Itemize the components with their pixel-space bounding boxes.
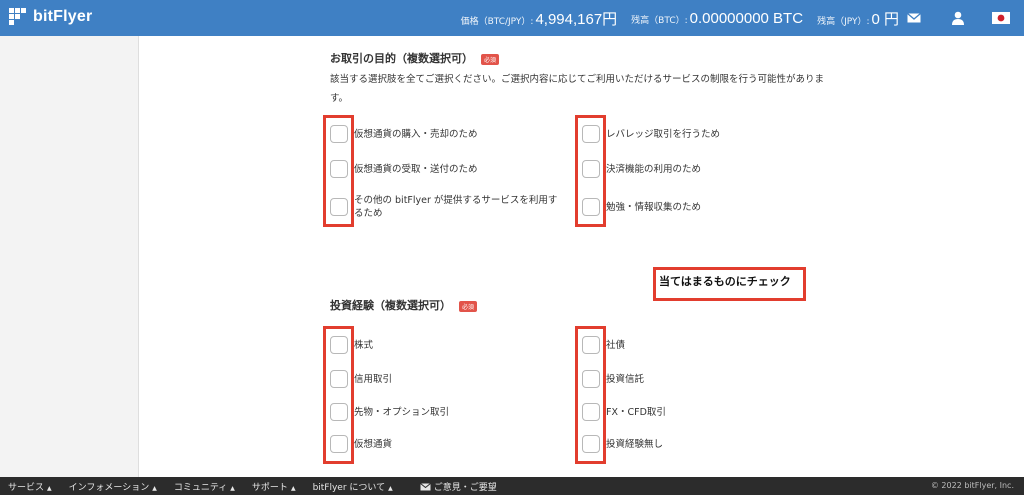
highlight-box — [323, 115, 354, 227]
required-badge: 必須 — [459, 300, 478, 312]
purpose-title-text: お取引の目的（複数選択可） — [330, 52, 473, 65]
footer-menu-support[interactable]: サポート ▲ — [252, 480, 296, 493]
option-label: 仮想通貨の受取・送付のため — [354, 163, 478, 175]
option-label: レバレッジ取引を行うため — [606, 128, 721, 140]
option-label: その他の bitFlyer が提供するサービスを利用するため — [354, 195, 558, 219]
btc-balance-value: 0.00000000 BTC — [689, 9, 804, 27]
jpy-balance: 残高（JPY）: 0 円 — [817, 8, 899, 29]
option-label: 仮想通貨の購入・売却のため — [354, 128, 478, 140]
footer-feedback-label: ご意見・ご要望 — [433, 482, 497, 493]
mail-icon — [419, 482, 431, 490]
caret-up-icon: ▲ — [290, 484, 296, 492]
annotation-note: 当てはまるものにチェック — [653, 267, 806, 301]
option-label: 決済機能の利用のため — [606, 163, 702, 175]
price-label: 価格（BTC/JPY）: — [460, 16, 534, 27]
footer-label: サポート — [251, 482, 288, 493]
user-icon[interactable] — [950, 10, 966, 26]
footer-menu-about[interactable]: bitFlyer について ▲ — [313, 480, 393, 493]
bitflyer-logo[interactable]: bitFlyer — [9, 8, 92, 26]
purpose-description: 該当する選択肢を全てご選択ください。ご選択内容に応じてご利用いただけるサービスの… — [330, 74, 825, 104]
copyright: © 2022 bitFlyer, Inc. — [930, 481, 1014, 490]
btc-balance: 残高（BTC）: 0.00000000 BTC — [631, 10, 803, 27]
btc-price: 価格（BTC/JPY）: 4,994,167円 — [461, 8, 618, 29]
experience-section-title: 投資経験（複数選択可） 必須 — [330, 297, 478, 313]
footer-label: サービス — [8, 482, 45, 493]
btc-balance-label: 残高（BTC）: — [631, 15, 688, 26]
option-label: FX・CFD取引 — [606, 406, 666, 418]
footer-label: コミュニティ — [173, 482, 228, 493]
option-label: 信用取引 — [354, 373, 393, 385]
brand-name: bitFlyer — [33, 8, 93, 25]
purpose-section-title: お取引の目的（複数選択可） 必須 — [330, 50, 500, 66]
japan-flag-icon[interactable] — [992, 11, 1010, 25]
footer-bar: サービス ▲ インフォメーション ▲ コミュニティ ▲ サポート ▲ bitFlyer … — [0, 477, 1024, 495]
caret-up-icon: ▲ — [47, 484, 52, 492]
footer-feedback-link[interactable]: ご意見・ご要望 — [419, 480, 497, 493]
option-label: 仮想通貨 — [354, 438, 393, 450]
caret-up-icon: ▲ — [230, 484, 235, 492]
option-label: 先物・オプション取引 — [354, 406, 450, 418]
required-badge: 必須 — [481, 53, 500, 65]
highlight-box — [323, 326, 354, 464]
price-value: 4,994,167円 — [535, 10, 618, 28]
bitflyer-logo-icon — [9, 8, 27, 26]
left-sidebar — [0, 36, 139, 477]
option-label: 投資経験無し — [606, 438, 664, 450]
purpose-option-other-services[interactable]: その他の bitFlyer が提供するサービスを利用するため — [330, 194, 560, 220]
option-label: 株式 — [354, 339, 374, 351]
market-stats: 価格（BTC/JPY）: 4,994,167円 残高（BTC）: 0.00000… — [461, 0, 899, 36]
footer-menu-services[interactable]: サービス ▲ — [8, 480, 52, 493]
footer-menu-information[interactable]: インフォメーション ▲ — [69, 480, 157, 493]
footer-label: インフォメーション — [68, 482, 150, 493]
highlight-box — [575, 326, 606, 464]
caret-up-icon: ▲ — [388, 484, 393, 492]
highlight-box — [575, 115, 606, 227]
option-label: 投資信託 — [606, 373, 645, 385]
option-label: 社債 — [606, 339, 626, 351]
footer-menu-community[interactable]: コミュニティ ▲ — [174, 480, 235, 493]
jpy-balance-label: 残高（JPY）: — [817, 16, 870, 27]
caret-up-icon: ▲ — [152, 484, 157, 492]
jpy-balance-value: 0 円 — [871, 10, 899, 28]
top-header: bitFlyer 価格（BTC/JPY）: 4,994,167円 残高（BTC）… — [0, 0, 1024, 36]
mail-icon[interactable] — [906, 10, 922, 26]
footer-label: bitFlyer について — [312, 482, 386, 493]
experience-title-text: 投資経験（複数選択可） — [330, 299, 451, 312]
option-label: 勉強・情報収集のため — [606, 201, 702, 213]
